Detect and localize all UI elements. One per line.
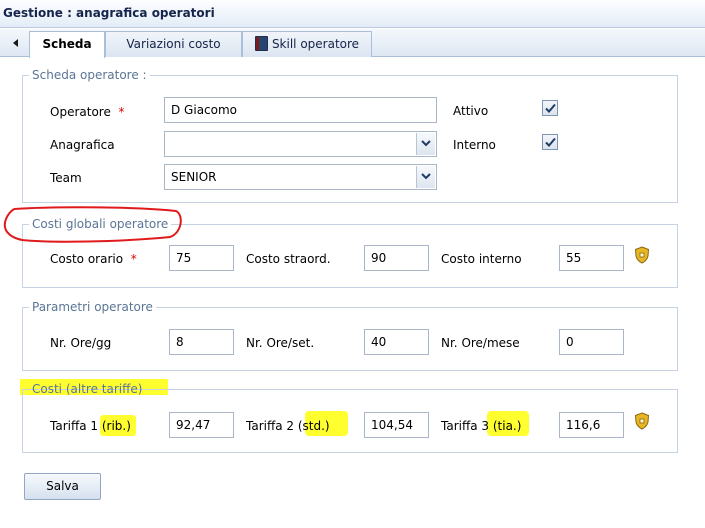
tariffa2-input[interactable]: 104,54 <box>364 412 429 438</box>
tariffa2-label: Tariffa 2 (std.) <box>246 419 330 433</box>
ore-gg-input[interactable]: 8 <box>169 329 234 355</box>
required-marker: * <box>118 105 125 119</box>
chevron-down-icon <box>421 140 431 147</box>
tariffa1-input[interactable]: 92,47 <box>169 412 234 438</box>
costo-straord-label: Costo straord. <box>246 252 331 266</box>
ore-set-label: Nr. Ore/set. <box>246 336 315 350</box>
window-title: Gestione : anagrafica operatori <box>0 0 705 28</box>
team-dropdown-button[interactable] <box>416 166 435 188</box>
ore-mese-label: Nr. Ore/mese <box>441 336 520 350</box>
ore-set-input[interactable]: 40 <box>364 329 429 355</box>
anagrafica-dropdown-button[interactable] <box>416 133 435 155</box>
tariffa3-label: Tariffa 3 (tia.) <box>441 419 522 433</box>
interno-label: Interno <box>453 138 496 152</box>
tariffa1-label: Tariffa 1 (rib.) <box>50 419 131 433</box>
checkmark-icon <box>545 103 556 113</box>
costo-orario-label: Costo orario * <box>50 252 137 266</box>
anagrafica-select[interactable] <box>164 131 437 157</box>
operatore-label: Operatore * <box>50 105 125 119</box>
costo-orario-input[interactable]: 75 <box>169 245 234 271</box>
tab-skill-operatore-label: Skill operatore <box>271 37 360 51</box>
red-annotation-ellipse <box>3 206 182 243</box>
anagrafica-label: Anagrafica <box>50 138 115 152</box>
required-marker: * <box>130 252 137 266</box>
chevron-down-icon <box>421 173 431 180</box>
costo-straord-input[interactable]: 90 <box>364 245 429 271</box>
shield-icon[interactable] <box>634 412 650 430</box>
tab-bar: Scheda Variazioni costo Skill operatore <box>0 29 705 58</box>
altre-tariffe-legend: Costi (altre tariffe) <box>32 382 143 396</box>
tab-scheda-label: Scheda <box>42 37 92 51</box>
checkmark-icon <box>545 137 556 147</box>
parametri-operatore-legend: Parametri operatore <box>29 300 156 314</box>
tariffa3-input[interactable]: 116,6 <box>559 412 624 438</box>
save-button[interactable]: Salva <box>24 473 101 500</box>
shield-icon[interactable] <box>634 246 650 264</box>
tab-skill-operatore[interactable]: Skill operatore <box>242 31 372 57</box>
tab-scroll-left-icon[interactable] <box>13 39 18 47</box>
team-label: Team <box>50 171 82 185</box>
attivo-label: Attivo <box>453 104 489 118</box>
ore-mese-input[interactable]: 0 <box>559 329 624 355</box>
tab-variazioni-costo-label: Variazioni costo <box>126 37 221 51</box>
book-icon <box>254 36 268 51</box>
tab-variazioni-costo[interactable]: Variazioni costo <box>105 31 242 57</box>
costo-interno-label: Costo interno <box>441 252 522 266</box>
team-select[interactable]: SENIOR <box>164 164 437 190</box>
attivo-checkbox[interactable] <box>542 100 558 116</box>
team-select-value: SENIOR <box>171 170 217 184</box>
ore-gg-label: Nr. Ore/gg <box>50 336 112 350</box>
interno-checkbox[interactable] <box>542 134 558 150</box>
tab-scheda[interactable]: Scheda <box>29 31 105 58</box>
costo-interno-input[interactable]: 55 <box>559 245 624 271</box>
operatore-input[interactable]: D Giacomo <box>164 97 437 123</box>
scheda-operatore-legend: Scheda operatore : <box>29 68 150 82</box>
